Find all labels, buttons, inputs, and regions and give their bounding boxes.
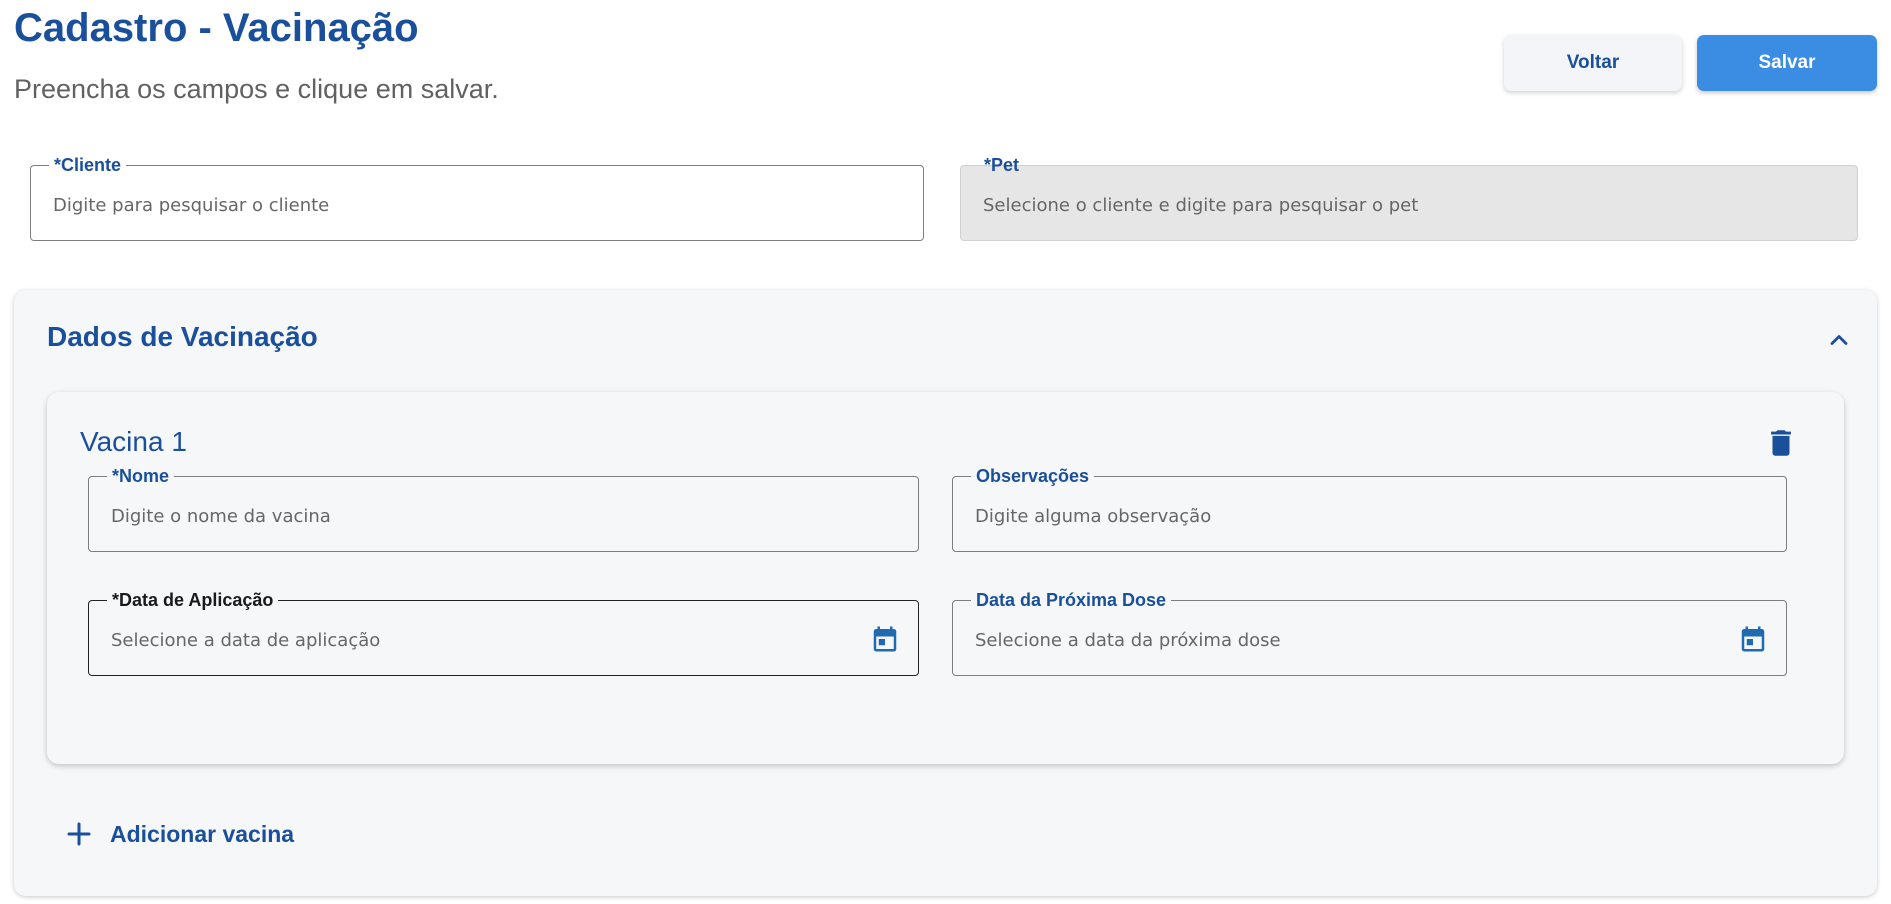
vaccine-name-label: *Nome	[107, 465, 175, 487]
page-subtitle: Preencha os campos e clique em salvar.	[14, 74, 499, 104]
add-vaccine-label: Adicionar vacina	[110, 820, 295, 847]
application-date-input[interactable]	[111, 627, 850, 653]
client-field-label: *Cliente	[49, 154, 127, 176]
vaccine-card: Vacina 1 *Nome Observações *Data de Apli…	[47, 392, 1844, 764]
pet-field: *Pet	[960, 155, 1858, 241]
vaccine-card-title: Vacina 1	[80, 426, 187, 457]
application-date-field: *Data de Aplicação	[88, 589, 919, 676]
back-button[interactable]: Voltar	[1504, 35, 1682, 91]
vaccine-notes-label: Observações	[971, 465, 1095, 487]
save-button[interactable]: Salvar	[1697, 35, 1877, 91]
vaccination-section: Dados de Vacinação Vacina 1 *Nome Observ…	[14, 290, 1877, 896]
calendar-icon[interactable]	[1738, 624, 1768, 654]
pet-input[interactable]	[983, 192, 1789, 218]
next-dose-date-field: Data da Próxima Dose	[952, 589, 1787, 676]
calendar-icon[interactable]	[870, 624, 900, 654]
plus-icon	[67, 822, 91, 846]
chevron-up-icon[interactable]	[1825, 326, 1853, 354]
next-dose-date-input[interactable]	[975, 627, 1718, 653]
page-title: Cadastro - Vacinação	[14, 6, 419, 50]
vaccine-notes-input[interactable]	[975, 503, 1718, 529]
next-dose-date-label: Data da Próxima Dose	[971, 589, 1172, 611]
application-date-label: *Data de Aplicação	[107, 589, 279, 611]
vaccine-name-field: *Nome	[88, 465, 919, 552]
vaccination-form-page: Cadastro - Vacinação Preencha os campos …	[0, 0, 1891, 904]
trash-icon[interactable]	[1764, 426, 1798, 460]
client-input[interactable]	[53, 192, 855, 218]
vaccine-notes-field: Observações	[952, 465, 1787, 552]
add-vaccine-button[interactable]: Adicionar vacina	[64, 814, 294, 854]
vaccination-section-title: Dados de Vacinação	[47, 321, 318, 352]
client-field: *Cliente	[30, 154, 924, 241]
pet-field-label: *Pet	[984, 155, 1020, 175]
vaccine-name-input[interactable]	[111, 503, 850, 529]
